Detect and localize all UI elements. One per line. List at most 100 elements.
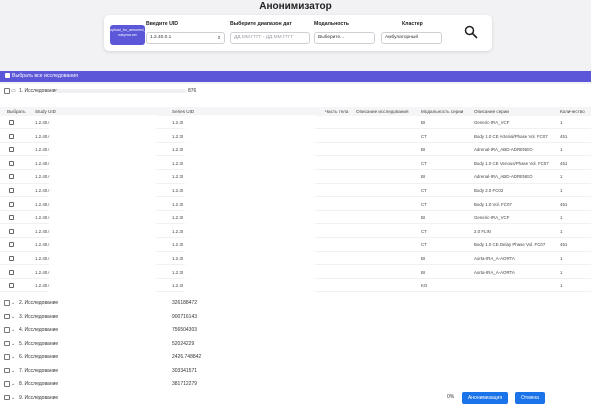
chevron-down-icon[interactable]: ⌄ (11, 366, 15, 376)
study-checkbox[interactable] (4, 327, 10, 333)
col-body-part: Часть тела (325, 109, 349, 114)
row-checkbox[interactable] (9, 269, 14, 275)
series-uid-cell: 1.2.3t (172, 215, 183, 221)
date-range-input[interactable]: ДД.ММ.ГГГГ - ДД.ММ.ГГГГ (230, 32, 310, 44)
count-cell: 451 (560, 160, 568, 166)
count-cell: 451 (560, 201, 568, 207)
series-uid-cell: 1.2.3t (172, 188, 183, 193)
col-select: Выбрать (7, 109, 26, 114)
study-checkbox[interactable] (4, 381, 10, 387)
study-checkbox[interactable] (4, 340, 10, 346)
uid-label: Введите UID (146, 21, 179, 27)
series-uid-cell: 1.2.3t (172, 147, 183, 153)
search-toolbar: upload_for_annonimi_z nakyma.cer Введите… (104, 15, 492, 51)
row-checkbox[interactable] (9, 228, 14, 234)
study-row[interactable]: ⌄ 7. Исследование 303341571 (0, 366, 591, 376)
series-uid-cell: 1.2.3t (172, 133, 183, 139)
study-row[interactable]: ⌄ 8. Исследование 381712279 (0, 379, 591, 389)
study-row-expanded[interactable]: ▭ 1. Исследование 876 (0, 86, 591, 96)
study-row[interactable]: ⌄ 6. Исследование 2426.748842 (0, 352, 591, 362)
series-desc-cell: Body 1.0 CE Delay Phase Vol. FC07 (474, 242, 546, 248)
count-cell: 1 (560, 215, 563, 221)
row-checkbox[interactable] (9, 283, 14, 289)
modality-cell: BI (421, 120, 426, 125)
series-desc-cell: 2.0 FLIN (474, 228, 491, 234)
count-cell: 1 (560, 174, 563, 180)
folder-icon[interactable]: ▭ (11, 86, 16, 96)
modality-cell: CT (421, 228, 427, 234)
study-row[interactable]: ⌄ 5. Исследование 52024229 (0, 339, 591, 349)
row-checkbox[interactable] (9, 174, 14, 180)
count-cell: 1 (560, 147, 563, 153)
series-uid-cell: 1.2.3t (172, 201, 183, 207)
modality-cell: BI (421, 215, 426, 221)
series-desc-cell: Generic-IRA_VCF (474, 120, 510, 125)
uid-input[interactable]: 1.2.40.0.1 ⇕ (146, 32, 225, 44)
chevron-down-icon[interactable]: ⌄ (11, 352, 15, 362)
search-icon[interactable] (464, 25, 478, 39)
study-label: 2. Исследование (19, 300, 59, 306)
study-number: 876 (188, 88, 197, 94)
cancel-button[interactable]: Отмена (515, 392, 545, 404)
row-checkbox[interactable] (9, 201, 14, 207)
upload-file-button[interactable]: upload_for_annonimi_z nakyma.cer (110, 25, 147, 45)
modality-cell: CT (421, 201, 427, 207)
row-checkbox[interactable] (9, 147, 14, 153)
modality-cell: CT (421, 133, 427, 139)
row-checkbox[interactable] (9, 120, 14, 125)
chevron-down-icon[interactable]: ⌄ (11, 298, 15, 308)
study-checkbox[interactable] (4, 88, 10, 94)
count-cell: 451 (560, 242, 568, 248)
series-uid-cell: 1.2.3t (172, 174, 183, 180)
count-cell: 1 (560, 228, 563, 234)
select-all-bar[interactable]: Выбрать все исследования (0, 71, 591, 82)
stepper-arrows-icon[interactable]: ⇕ (217, 33, 221, 43)
series-desc-cell: Body 2.0 FC02 (474, 188, 504, 193)
modality-cell: BI (421, 256, 426, 261)
chevron-down-icon[interactable]: ⌄ (11, 325, 15, 335)
count-cell: 451 (560, 133, 568, 139)
row-checkbox[interactable] (9, 256, 14, 261)
series-desc-cell: Body 1.0 CE Venous/Phase Vol. FC07 (474, 160, 549, 166)
modality-cell: BI (421, 174, 426, 180)
redacted-series-uids (185, 115, 315, 295)
modality-label: Модальность (314, 21, 349, 27)
study-number: 381712279 (172, 381, 198, 387)
study-row[interactable]: ⌄ 3. Исследование 900716143 (0, 312, 591, 322)
study-label: 1. Исследование (19, 88, 59, 94)
modality-cell: BI (421, 269, 426, 275)
modality-select[interactable]: Выберите... (314, 32, 375, 44)
row-checkbox[interactable] (9, 133, 14, 139)
row-checkbox[interactable] (9, 215, 14, 221)
series-uid-cell: 1.2.3t (172, 120, 183, 125)
study-row[interactable]: ⌄ 4. Исследование 756504303 (0, 325, 591, 335)
anonymize-button[interactable]: Анонимизация (462, 392, 508, 404)
row-checkbox[interactable] (9, 242, 14, 248)
row-checkbox[interactable] (9, 160, 14, 166)
select-all-checkbox[interactable] (5, 73, 10, 78)
row-checkbox[interactable] (9, 188, 14, 193)
study-checkbox[interactable] (4, 354, 10, 360)
study-checkbox[interactable] (4, 300, 10, 306)
count-cell: 1 (560, 120, 563, 125)
study-checkbox[interactable] (4, 313, 10, 319)
series-uid-cell: 1.2.4t (172, 283, 183, 289)
modality-cell: CT (421, 160, 427, 166)
study-checkbox[interactable] (4, 367, 10, 373)
redacted-study-uids (49, 115, 156, 295)
count-cell: 1 (560, 269, 563, 275)
col-series-desc: Описание серии (474, 109, 509, 114)
series-uid-cell: 1.2.3t (172, 160, 183, 166)
chevron-down-icon[interactable]: ⌄ (11, 339, 15, 349)
chevron-down-icon[interactable]: ⌄ (11, 312, 15, 322)
count-cell: 1 (560, 188, 563, 193)
chevron-down-icon[interactable]: ⌄ (11, 379, 15, 389)
series-uid-cell: 1.2.3t (172, 228, 183, 234)
study-label: 3. Исследование (19, 313, 59, 320)
study-number: 756504303 (172, 327, 198, 333)
series-uid-cell: 1.2.3t (172, 242, 183, 248)
cluster-select[interactable]: Амбулаторный (381, 32, 442, 44)
study-label: 6. Исследование (19, 354, 59, 360)
study-row[interactable]: ⌄ 2. Исследование 326188472 (0, 298, 591, 308)
count-cell: 1 (560, 283, 563, 289)
